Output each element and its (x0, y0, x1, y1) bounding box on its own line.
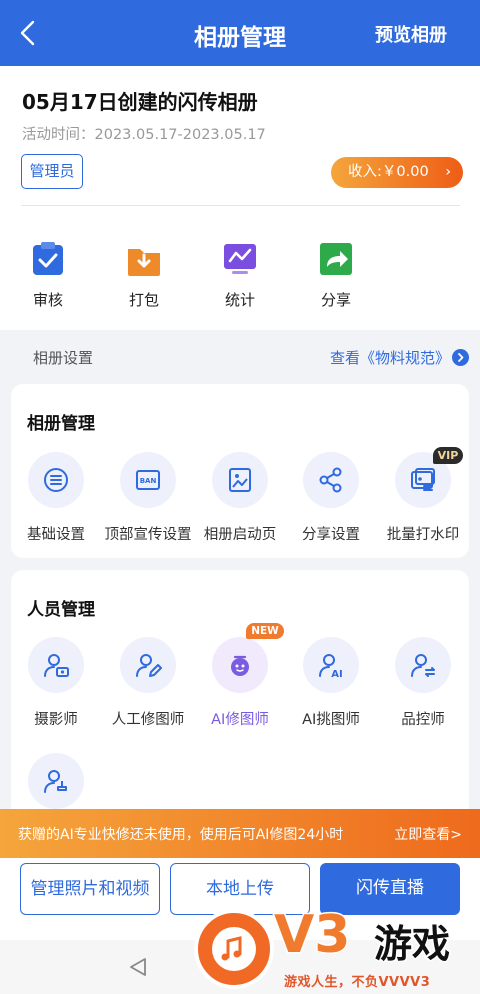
new-badge: NEW (246, 623, 284, 639)
photographer-icon (44, 654, 69, 677)
retoucher-icon (136, 654, 162, 677)
item-label: 分享设置 (302, 527, 360, 543)
item-label: 品控师 (401, 712, 445, 728)
view-material-spec-link[interactable]: 查看《物料规范》 (330, 347, 450, 368)
image-icon (229, 468, 251, 492)
income-button[interactable]: 收入:￥0.00 › (331, 157, 463, 188)
quick-action-share[interactable]: 分享 (301, 240, 371, 310)
section-title: 相册管理 (27, 414, 95, 434)
item-label: AI挑图师 (302, 712, 360, 728)
top-app-bar: 相册管理 预览相册 (0, 0, 480, 66)
item-label: 摄影师 (34, 712, 78, 728)
statistics-icon (224, 244, 256, 274)
promo-view-now-link[interactable]: 立即查看> (394, 824, 462, 844)
income-label: 收入:￥0.00 (348, 164, 429, 180)
basic-settings-item[interactable]: 基础设置 (10, 452, 102, 544)
promo-text: 获赠的AI专业快修还未使用，使用后可AI修图24小时 (18, 827, 344, 843)
watermark-slogan: 游戏人生，不负VVVV3 (284, 975, 431, 990)
item-label: 基础设置 (27, 527, 85, 543)
item-label: AI修图师 (211, 712, 269, 728)
vip-badge: VIP (433, 447, 463, 464)
batch-watermark-item[interactable]: 批量打水印 (377, 452, 469, 544)
divider (21, 205, 460, 206)
svg-text:BAN: BAN (140, 477, 157, 485)
ai-picker-item[interactable]: AI AI挑图师 (285, 637, 377, 729)
ai-picker-icon: AI (319, 654, 343, 679)
share-nodes-icon (319, 467, 342, 493)
activity-time: 活动时间：2023.05.17-2023.05.17 (22, 127, 266, 143)
album-launch-page-item[interactable]: 相册启动页 (194, 452, 286, 544)
admin-badge[interactable]: 管理员 (21, 154, 83, 189)
quick-action-label: 统计 (224, 291, 255, 309)
section-title: 人员管理 (27, 600, 95, 620)
watermark-brand: V3 (272, 904, 351, 967)
quality-control-item[interactable]: 品控师 (377, 637, 469, 729)
item-label: 相册启动页 (203, 527, 277, 543)
quick-action-label: 打包 (128, 291, 159, 309)
chevron-right-icon: › (445, 164, 451, 180)
item-label: 批量打水印 (386, 527, 460, 543)
package-icon (128, 249, 160, 276)
manage-photos-videos-button[interactable]: 管理照片和视频 (20, 863, 160, 915)
photographer-item[interactable]: 摄影师 (10, 637, 102, 729)
share-icon (320, 243, 352, 275)
item-label: 顶部宣传设置 (104, 527, 192, 543)
share-settings-item[interactable]: 分享设置 (285, 452, 377, 544)
site-watermark: V3 游戏 游戏人生，不负VVVV3 (192, 903, 480, 994)
preview-album-button[interactable]: 预览相册 (375, 21, 447, 47)
nav-back-icon[interactable] (127, 956, 149, 978)
quick-action-label: 审核 (32, 291, 63, 309)
watermark-logo-icon (194, 909, 274, 989)
retoucher-item[interactable]: 人工修图师 (102, 637, 194, 729)
ai-retouch-icon (231, 655, 249, 676)
ai-retoucher-item[interactable]: AI修图师 (194, 637, 286, 729)
quick-action-package[interactable]: 打包 (109, 240, 179, 310)
quick-action-review[interactable]: 审核 (13, 240, 83, 310)
list-icon (44, 468, 68, 492)
quick-action-label: 分享 (320, 291, 351, 309)
item-label: 人工修图师 (111, 712, 185, 728)
album-settings-row: 相册设置 查看《物料规范》 (0, 330, 480, 384)
quality-control-icon (411, 654, 435, 677)
album-settings-label: 相册设置 (33, 349, 94, 367)
svg-text:AI: AI (331, 669, 342, 679)
user-stamp-icon (44, 770, 67, 793)
album-info-card: 05月17日创建的闪传相册 活动时间：2023.05.17-2023.05.17… (0, 66, 480, 330)
review-icon (33, 242, 63, 275)
chevron-right-circle-icon[interactable] (452, 349, 469, 366)
quick-action-statistics[interactable]: 统计 (205, 240, 275, 310)
top-banner-settings-item[interactable]: BAN 顶部宣传设置 (102, 452, 194, 544)
ai-promo-banner[interactable]: 获赠的AI专业快修还未使用，使用后可AI修图24小时 立即查看> (0, 809, 480, 858)
watermark-brand-cn: 游戏 (372, 921, 451, 968)
album-title: 05月17日创建的闪传相册 (22, 90, 258, 114)
watermark-icon (411, 468, 435, 491)
banner-icon: BAN (136, 470, 160, 490)
